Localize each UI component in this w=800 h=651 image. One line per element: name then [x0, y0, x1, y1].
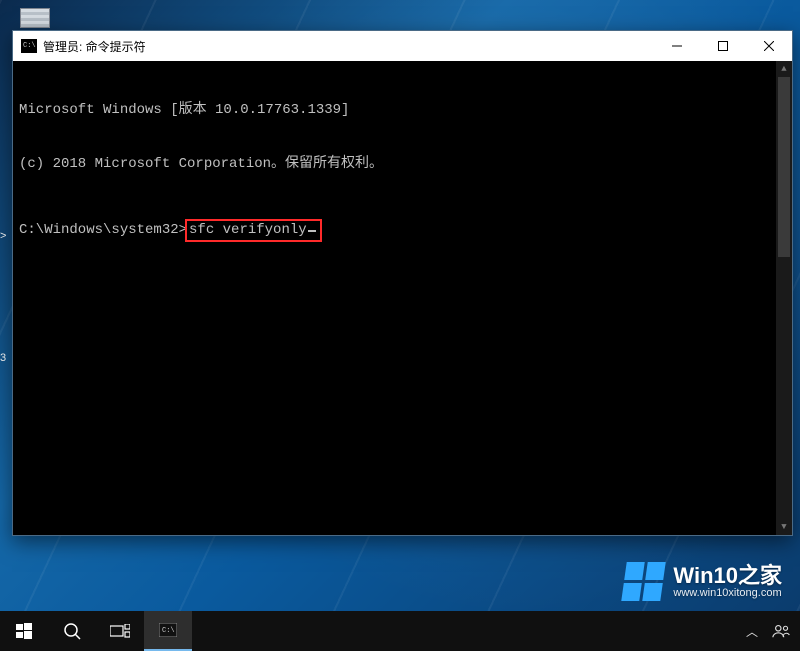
- desktop-shortcut-icon[interactable]: [20, 8, 50, 28]
- taskbar[interactable]: C:\ ︿: [0, 611, 800, 651]
- close-button[interactable]: [746, 31, 792, 61]
- edge-peek-char: 3: [0, 352, 6, 364]
- terminal-command: sfc verifyonly: [189, 221, 307, 239]
- scroll-up-arrow[interactable]: ▲: [776, 61, 792, 77]
- taskbar-app-cmd[interactable]: C:\: [144, 611, 192, 651]
- cmd-icon: [21, 39, 37, 53]
- maximize-icon: [718, 41, 728, 51]
- close-icon: [764, 41, 774, 51]
- command-prompt-window: 管理员: 命令提示符 Microsoft Windows [版本 10.0.17…: [12, 30, 793, 536]
- watermark-title: Win10之家: [673, 565, 782, 587]
- search-icon: [63, 622, 81, 640]
- minimize-button[interactable]: [654, 31, 700, 61]
- vertical-scrollbar[interactable]: ▲ ▼: [776, 61, 792, 535]
- watermark: Win10之家 www.win10xitong.com: [624, 562, 782, 601]
- watermark-url: www.win10xitong.com: [673, 587, 782, 599]
- search-button[interactable]: [48, 611, 96, 651]
- terminal-line-version: Microsoft Windows [版本 10.0.17763.1339]: [19, 101, 786, 119]
- window-title: 管理员: 命令提示符: [43, 38, 146, 55]
- task-view-icon: [110, 624, 130, 638]
- minimize-icon: [672, 41, 682, 51]
- people-icon[interactable]: [772, 623, 790, 639]
- terminal-line-copyright: (c) 2018 Microsoft Corporation。保留所有权利。: [19, 155, 786, 173]
- scroll-thumb[interactable]: [778, 77, 790, 257]
- windows-logo-icon: [622, 562, 666, 601]
- tray-overflow-icon[interactable]: ︿: [746, 623, 758, 640]
- start-button[interactable]: [0, 611, 48, 651]
- terminal-prompt-row: C:\Windows\system32>sfc verifyonly: [19, 219, 786, 242]
- edge-peek-char: >: [0, 230, 6, 242]
- cmd-taskbar-icon: C:\: [159, 623, 177, 637]
- terminal-area[interactable]: Microsoft Windows [版本 10.0.17763.1339] (…: [13, 61, 792, 535]
- maximize-button[interactable]: [700, 31, 746, 61]
- left-edge-peek: > 3: [0, 220, 6, 591]
- command-highlight: sfc verifyonly: [185, 219, 322, 242]
- svg-text:C:\: C:\: [162, 627, 175, 635]
- text-cursor: [308, 230, 316, 232]
- titlebar[interactable]: 管理员: 命令提示符: [13, 31, 792, 61]
- system-tray[interactable]: ︿: [740, 611, 800, 651]
- scroll-down-arrow[interactable]: ▼: [776, 519, 792, 535]
- windows-start-icon: [16, 623, 32, 639]
- desktop: > 3 管理员: 命令提示符 Microsoft Windows [版本 10.…: [0, 0, 800, 651]
- task-view-button[interactable]: [96, 611, 144, 651]
- terminal-prompt: C:\Windows\system32>: [19, 221, 187, 239]
